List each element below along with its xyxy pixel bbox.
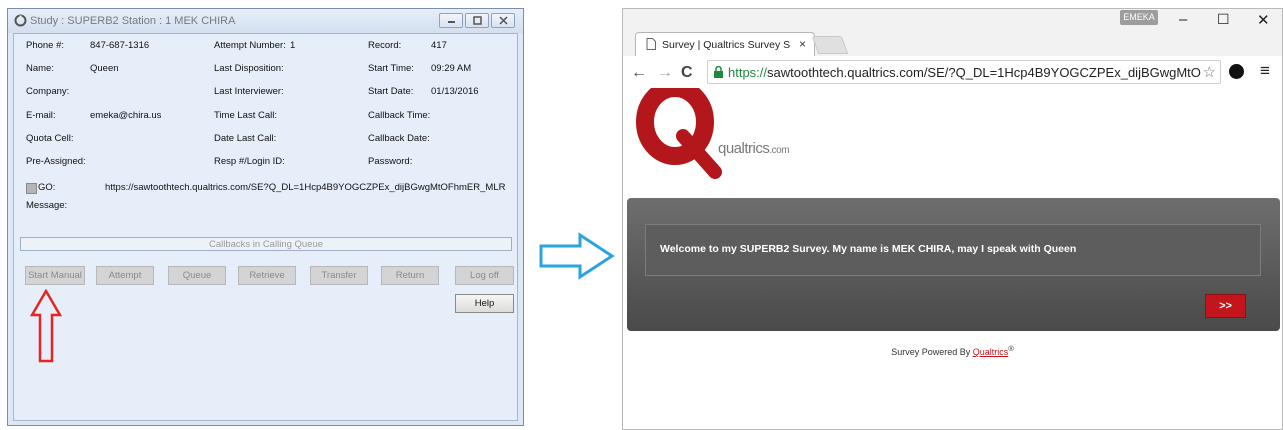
menu-icon[interactable]: ≡ xyxy=(1260,61,1270,81)
tab-survey[interactable]: Survey | Qualtrics Survey S × xyxy=(635,32,815,56)
minimize-button[interactable] xyxy=(439,13,463,28)
close-icon[interactable]: ✕ xyxy=(1257,11,1270,29)
minimize-icon xyxy=(448,21,455,23)
record-value: 417 xyxy=(431,40,447,51)
calling-app-client: Phone #: 847-687-1316 Name: Queen Compan… xyxy=(13,33,518,421)
message-label: Message: xyxy=(26,200,68,211)
tab-title: Survey | Qualtrics Survey S xyxy=(662,39,790,51)
name-value: Queen xyxy=(90,63,119,74)
qualtrics-q-logo-icon xyxy=(636,88,722,179)
document-icon xyxy=(646,38,656,50)
survey-page: qualtrics.com Welcome to my SUPERB2 Surv… xyxy=(623,88,1282,429)
attempt-number-label: Attempt Number: xyxy=(214,40,286,51)
close-button[interactable] xyxy=(491,13,515,28)
callback-date-label: Callback Date: xyxy=(368,133,430,144)
tab-close-icon[interactable]: × xyxy=(799,37,806,51)
lock-icon xyxy=(714,66,723,78)
maximize-icon[interactable]: ☐ xyxy=(1217,11,1230,28)
question-box: Welcome to my SUPERB2 Survey. My name is… xyxy=(645,224,1261,276)
start-date-label: Start Date: xyxy=(368,86,414,97)
maximize-icon xyxy=(473,16,482,25)
powered-by-footer: Survey Powered By Qualtrics® xyxy=(623,344,1282,357)
maximize-button[interactable] xyxy=(465,13,489,28)
url-text: sawtoothtech.qualtrics.com/SE/?Q_DL=1Hcp… xyxy=(767,65,1201,80)
app-icon xyxy=(14,14,27,27)
go-url[interactable]: https://sawtoothtech.qualtrics.com/SE?Q_… xyxy=(105,182,505,193)
callbacks-queue-label: Callbacks in Calling Queue xyxy=(208,239,324,250)
survey-panel: Welcome to my SUPERB2 Survey. My name is… xyxy=(627,198,1280,331)
go-label: GO: xyxy=(38,182,56,193)
blue-arrow-right-icon xyxy=(539,232,615,280)
next-button[interactable]: >> xyxy=(1205,294,1246,318)
browser-window: EMEKA – ☐ ✕ Survey | Qualtrics Survey S … xyxy=(622,8,1283,430)
back-icon[interactable]: ← xyxy=(631,64,647,82)
start-date-value: 01/13/2016 xyxy=(431,86,479,97)
email-label: E-mail: xyxy=(26,110,56,121)
pre-assigned-label: Pre-Assigned: xyxy=(26,156,86,167)
start-time-value: 09:29 AM xyxy=(431,63,472,74)
company-label: Company: xyxy=(26,86,70,97)
retrieve-button[interactable]: Retrieve xyxy=(238,266,296,285)
close-icon xyxy=(499,16,508,25)
log-off-button[interactable]: Log off xyxy=(455,266,514,285)
registered-mark: ® xyxy=(1008,344,1014,353)
start-time-label: Start Time: xyxy=(368,63,414,74)
quota-cell-label: Quota Cell: xyxy=(26,133,74,144)
resp-login-label: Resp #/Login ID: xyxy=(214,156,285,167)
extension-icon[interactable] xyxy=(1229,64,1244,79)
powered-by-text: Survey Powered By xyxy=(891,347,973,357)
last-interviewer-label: Last Interviewer: xyxy=(214,86,284,97)
new-tab-button[interactable] xyxy=(811,36,849,54)
attempt-button[interactable]: Attempt xyxy=(96,266,154,285)
password-label: Password: xyxy=(368,156,413,167)
time-last-call-label: Time Last Call: xyxy=(214,110,277,121)
qualtrics-link[interactable]: Qualtrics xyxy=(973,347,1009,357)
forward-icon[interactable]: → xyxy=(657,64,673,82)
calling-app-window: Study : SUPERB2 Station : 1 MEK CHIRA Ph… xyxy=(7,8,524,426)
url-scheme: https:// xyxy=(728,65,768,80)
user-badge[interactable]: EMEKA xyxy=(1120,10,1158,25)
go-button-icon[interactable] xyxy=(26,183,37,194)
minimize-icon[interactable]: – xyxy=(1179,11,1187,28)
return-button[interactable]: Return xyxy=(381,266,439,285)
transfer-button[interactable]: Transfer xyxy=(310,266,368,285)
window-title: Study : SUPERB2 Station : 1 MEK CHIRA xyxy=(30,15,236,27)
address-bar[interactable]: https://sawtoothtech.qualtrics.com/SE/?Q… xyxy=(707,60,1221,84)
attempt-number-value: 1 xyxy=(290,40,296,51)
date-last-call-label: Date Last Call: xyxy=(214,133,277,144)
phone-value: 847-687-1316 xyxy=(90,40,150,51)
callback-time-label: Callback Time: xyxy=(368,110,431,121)
browser-toolbar: ← → C https://sawtoothtech.qualtrics.com… xyxy=(623,56,1282,89)
email-value: emeka@chira.us xyxy=(90,110,162,121)
qualtrics-logo-text: qualtrics.com xyxy=(718,140,790,157)
phone-label: Phone #: xyxy=(26,40,65,51)
help-button[interactable]: Help xyxy=(455,294,514,313)
reload-icon[interactable]: C xyxy=(681,64,693,82)
queue-button[interactable]: Queue xyxy=(168,266,226,285)
callbacks-queue-bar[interactable]: Callbacks in Calling Queue xyxy=(20,237,512,251)
bookmark-star-icon[interactable]: ☆ xyxy=(1203,63,1216,81)
red-arrow-up-icon xyxy=(30,289,62,363)
question-text: Welcome to my SUPERB2 Survey. My name is… xyxy=(660,243,1077,255)
name-label: Name: xyxy=(26,63,54,74)
start-manual-button[interactable]: Start Manual xyxy=(25,266,85,285)
record-label: Record: xyxy=(368,40,402,51)
title-bar[interactable]: Study : SUPERB2 Station : 1 MEK CHIRA xyxy=(8,9,523,33)
last-disposition-label: Last Disposition: xyxy=(214,63,284,74)
